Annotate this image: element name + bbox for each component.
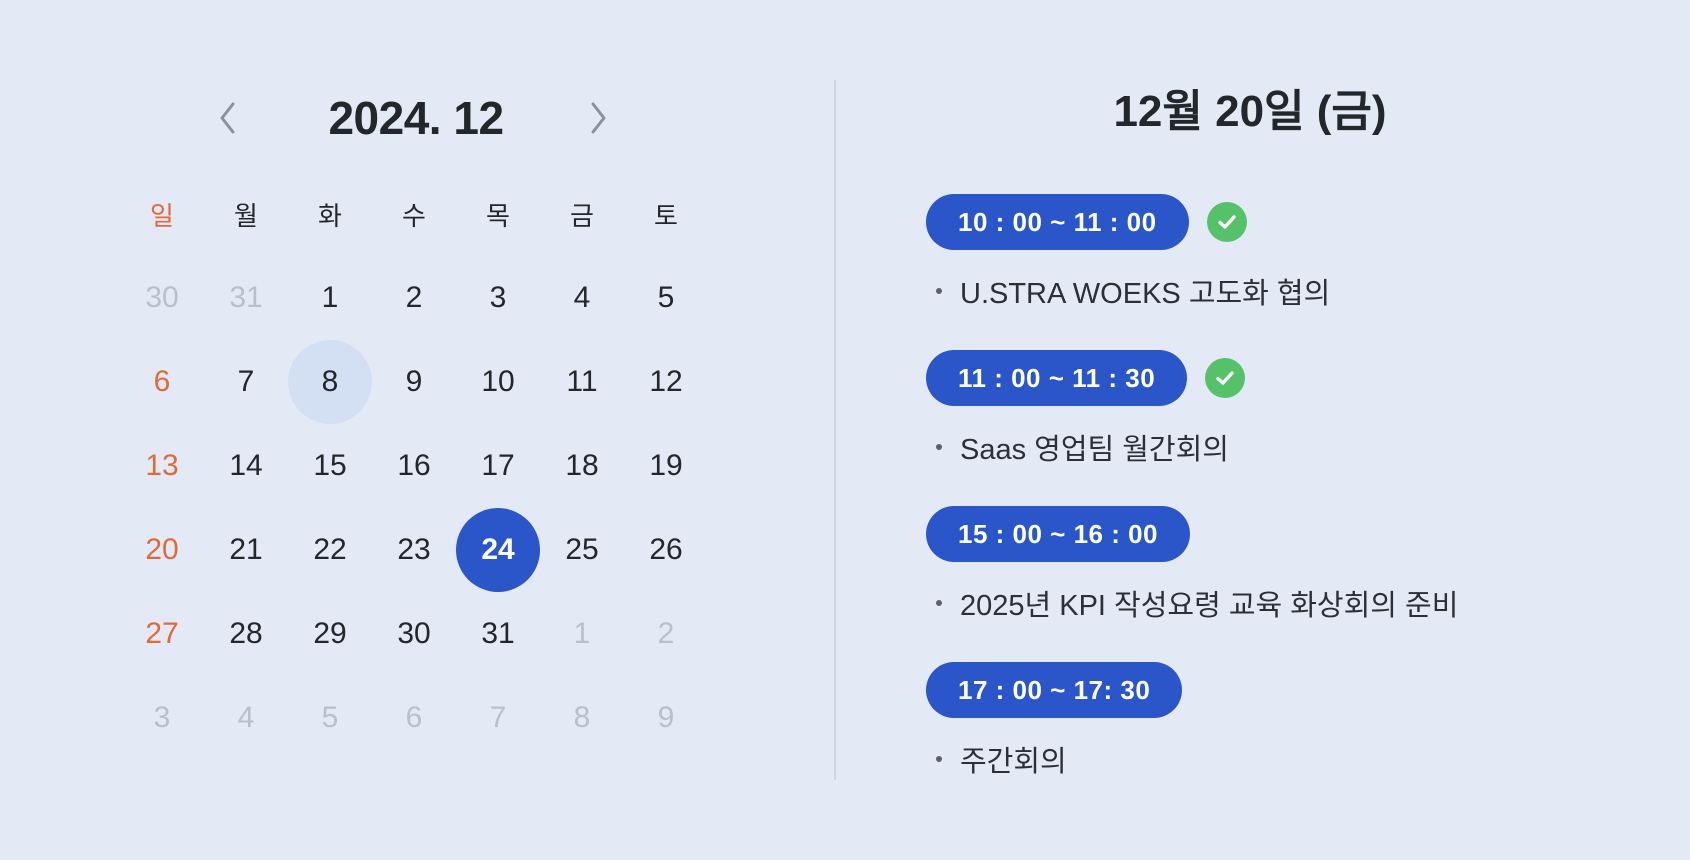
weekday-header: 금 [570, 200, 594, 231]
event-description: 2025년 KPI 작성요령 교육 화상회의 준비 [936, 582, 1458, 624]
calendar-card: 2024. 12 일 월 화 수 목 금 토 30 31 1 2 3 4 5 6 7 8 9 10 11 12 13 14 1… [0, 0, 1690, 860]
calendar-day[interactable]: 5 [288, 676, 372, 760]
calendar-day[interactable]: 25 [540, 508, 624, 592]
calendar-day[interactable]: 21 [204, 508, 288, 592]
calendar-day-highlighted[interactable]: 8 [288, 340, 372, 424]
calendar-day[interactable]: 8 [540, 676, 624, 760]
calendar-day-selected[interactable]: 24 [456, 508, 540, 592]
calendar-day[interactable]: 7 [204, 340, 288, 424]
bullet-icon [936, 288, 942, 294]
chevron-right-icon [591, 102, 606, 134]
calendar-day[interactable]: 6 [120, 340, 204, 424]
event-description: 주간회의 [936, 738, 1182, 780]
calendar-day[interactable]: 9 [624, 676, 708, 760]
prev-month-button[interactable] [210, 96, 246, 140]
event-description: U.STRA WOEKS 고도화 협의 [936, 270, 1330, 312]
calendar-day[interactable]: 13 [120, 424, 204, 508]
calendar-day[interactable]: 30 [372, 592, 456, 676]
calendar-header: 2024. 12 [210, 78, 630, 158]
calendar-day[interactable]: 26 [624, 508, 708, 592]
weekday-header: 토 [654, 200, 678, 231]
event-item: 17 : 00 ~ 17: 30 주간회의 [926, 662, 1183, 780]
month-title: 2024. 12 [328, 92, 504, 144]
calendar-day[interactable]: 5 [624, 256, 708, 340]
event-title: 2025년 KPI 작성요령 교육 화상회의 준비 [960, 590, 1459, 622]
calendar-day[interactable]: 20 [120, 508, 204, 592]
event-item: 11 : 00 ~ 11 : 30 Saas 영업팀 월간회의 [926, 350, 1246, 468]
event-title: 주간회의 [960, 746, 1067, 778]
calendar-day[interactable]: 15 [288, 424, 372, 508]
calendar-day[interactable]: 4 [540, 256, 624, 340]
calendar-day[interactable]: 7 [456, 676, 540, 760]
event-item: 15 : 00 ~ 16 : 00 2025년 KPI 작성요령 교육 화상회의 … [926, 506, 1458, 624]
event-description: Saas 영업팀 월간회의 [936, 426, 1245, 468]
calendar-day[interactable]: 27 [120, 592, 204, 676]
weekday-header: 목 [486, 200, 510, 231]
calendar-day[interactable]: 31 [456, 592, 540, 676]
calendar-day[interactable]: 12 [624, 340, 708, 424]
weekday-header: 화 [318, 200, 342, 231]
event-title: U.STRA WOEKS 고도화 협의 [960, 278, 1331, 310]
calendar-day[interactable]: 22 [288, 508, 372, 592]
calendar-day[interactable]: 2 [624, 592, 708, 676]
calendar-day[interactable]: 9 [372, 340, 456, 424]
chevron-left-icon [220, 102, 235, 134]
event-title: Saas 영업팀 월간회의 [960, 434, 1229, 466]
next-month-button[interactable] [580, 96, 616, 140]
calendar-day[interactable]: 4 [204, 676, 288, 760]
event-time-pill[interactable]: 17 : 00 ~ 17: 30 [926, 662, 1183, 718]
check-icon [1205, 358, 1246, 398]
calendar-day[interactable]: 2 [372, 256, 456, 340]
divider [834, 80, 836, 780]
calendar-day[interactable]: 1 [288, 256, 372, 340]
calendar-day[interactable]: 16 [372, 424, 456, 508]
calendar-day[interactable]: 29 [288, 592, 372, 676]
weekday-header: 수 [402, 200, 426, 231]
calendar-day[interactable]: 6 [372, 676, 456, 760]
event-time-pill[interactable]: 10 : 00 ~ 11 : 00 [926, 194, 1189, 250]
calendar-day[interactable]: 3 [456, 256, 540, 340]
calendar-day[interactable]: 23 [372, 508, 456, 592]
calendar-day[interactable]: 18 [540, 424, 624, 508]
calendar-day[interactable]: 10 [456, 340, 540, 424]
bullet-icon [936, 444, 942, 450]
calendar-day[interactable]: 11 [540, 340, 624, 424]
weekday-header: 월 [234, 200, 258, 231]
bullet-icon [936, 756, 942, 762]
calendar-day[interactable]: 30 [120, 256, 204, 340]
calendar-day[interactable]: 28 [204, 592, 288, 676]
calendar-day[interactable]: 1 [540, 592, 624, 676]
calendar-day[interactable]: 17 [456, 424, 540, 508]
calendar-day[interactable]: 31 [204, 256, 288, 340]
event-time-pill[interactable]: 11 : 00 ~ 11 : 30 [926, 350, 1188, 406]
calendar-day[interactable]: 3 [120, 676, 204, 760]
selected-day-title: 12월 20일 (금) [1113, 87, 1387, 136]
calendar-day[interactable]: 14 [204, 424, 288, 508]
check-icon [1206, 202, 1247, 242]
bullet-icon [936, 600, 942, 606]
event-item: 10 : 00 ~ 11 : 00 U.STRA WOEKS 고도화 협의 [926, 194, 1330, 312]
event-time-pill[interactable]: 15 : 00 ~ 16 : 00 [926, 506, 1191, 562]
calendar-day[interactable]: 19 [624, 424, 708, 508]
weekday-header: 일 [150, 200, 174, 231]
